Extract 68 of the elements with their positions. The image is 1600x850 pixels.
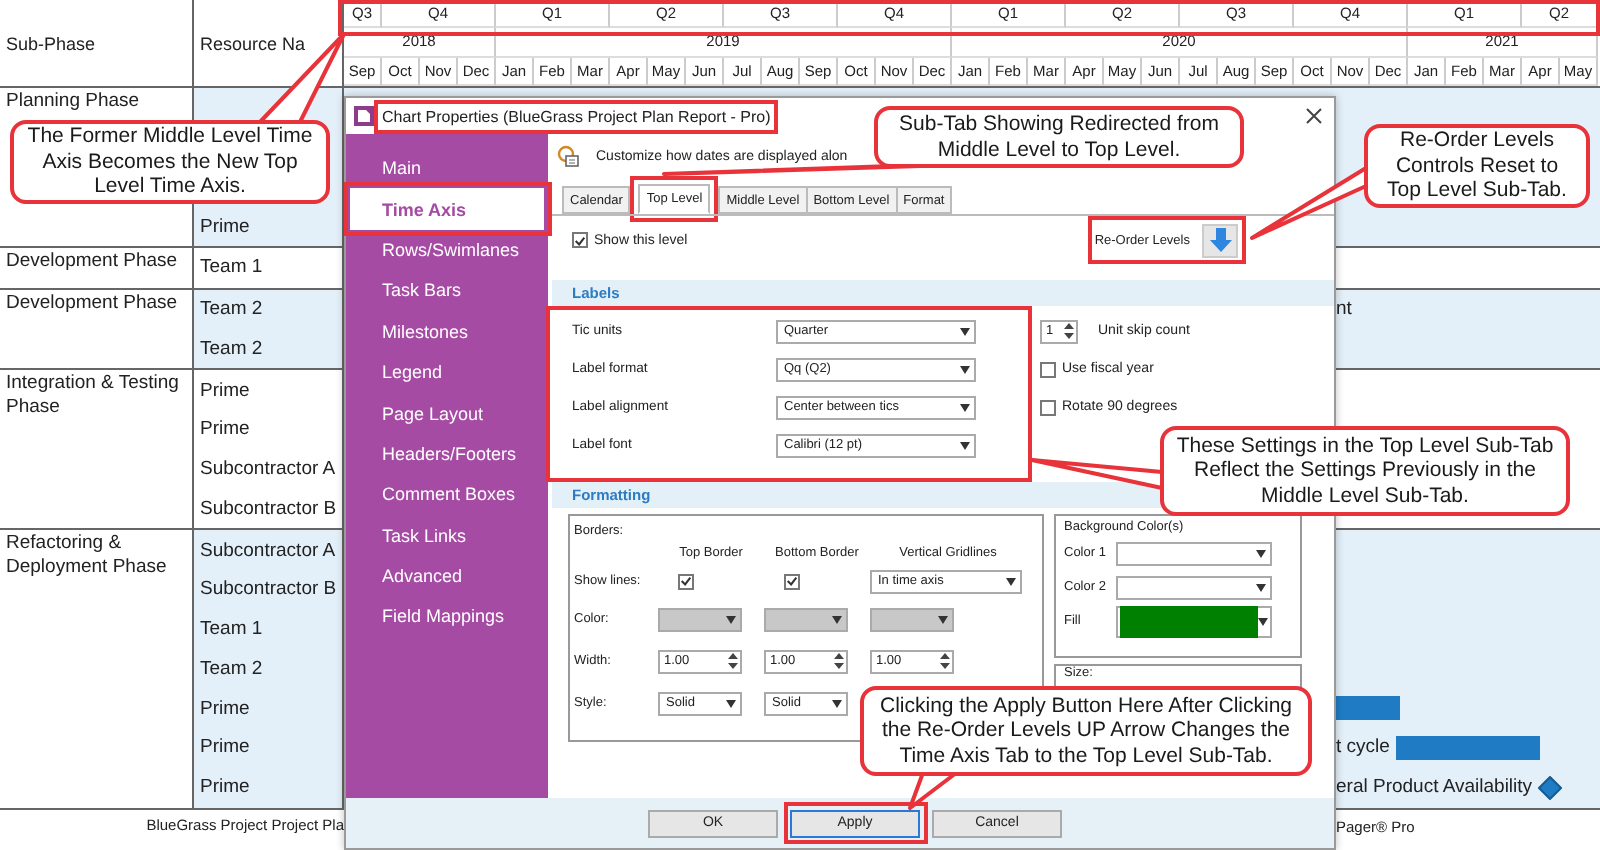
checkbox[interactable] [1040,361,1056,377]
spin-icon [834,652,844,670]
spin-icon [1064,322,1074,340]
spin-icon [940,652,950,670]
resource-cell: Subcontractor B [200,578,337,601]
down-arrow-icon [1209,228,1231,252]
dropdown[interactable] [658,607,742,631]
resource-cell: Team 2 [200,298,263,321]
sidebar-item[interactable]: Comment Boxes [350,474,544,516]
dropdown[interactable] [764,607,848,631]
task-label: t cycle [1336,736,1390,759]
dropdown[interactable] [1116,541,1272,565]
task-label: nt [1336,298,1352,321]
column-header: Sub-Phase [0,0,194,86]
sidebar-item[interactable]: Legend [350,351,544,393]
resource-cell: Subcontractor A [200,539,336,562]
task-bar [1336,696,1400,721]
sub-phase-cell: Development Phase [0,248,194,288]
caret-icon [960,441,970,449]
caret-icon [1256,583,1266,591]
sidebar-item[interactable]: Milestones [350,311,544,352]
highlight-frame [783,802,927,844]
caret-icon [960,403,970,411]
sub-phase-cell: Integration & Testing Phase [0,370,194,529]
spin-icon [728,652,738,670]
milestone-icon [1538,775,1563,800]
caret-icon [1256,549,1266,557]
caret-icon [1258,617,1268,625]
sidebar-item[interactable]: Field Mappings [350,596,544,638]
resource-cell: Prime [200,379,250,402]
sidebar-item[interactable]: Page Layout [350,392,544,434]
callout: These Settings in the Top Level Sub-Tab Reflect the Settings Previously in the Middle Level Sub-Tab. [1160,426,1570,516]
resource-cell: Subcontractor A [200,458,336,481]
caret-icon [832,699,842,707]
caret-icon [726,615,736,623]
dropdown[interactable] [870,607,954,631]
resource-cell: Prime [200,215,250,238]
caret-icon [726,699,736,707]
reorder-button[interactable] [1202,223,1238,257]
callout-pointer [1030,458,1164,490]
resource-cell: Team 1 [200,618,263,641]
caret-icon [1006,577,1016,585]
resource-cell: Team 2 [200,337,263,360]
sidebar-item[interactable]: Main [350,148,544,189]
caret-icon [938,615,948,623]
sidebar-item[interactable]: Task Bars [350,270,544,312]
dropdown[interactable] [1116,575,1272,599]
task-label: eral Product Availability [1336,776,1533,799]
caret-icon [960,365,970,373]
sidebar-item[interactable]: Task Links [350,515,544,556]
checkbox[interactable] [784,573,800,589]
resource-cell: Team 2 [200,657,263,680]
close-icon[interactable] [1306,108,1322,124]
app-icon [354,106,374,126]
sidebar-item[interactable]: Time Axis [350,188,544,230]
checkbox[interactable] [572,232,588,248]
resource-cell: Prime [200,697,250,720]
resource-cell: Prime [200,418,250,441]
caret-icon [832,615,842,623]
checkbox[interactable] [678,573,694,589]
sidebar-item[interactable]: Headers/Footers [350,433,544,475]
resource-cell: Prime [200,736,250,759]
sidebar-item[interactable]: Rows/Swimlanes [350,229,544,271]
checkbox[interactable] [1040,399,1056,415]
resource-cell: Team 1 [200,256,263,279]
resource-cell: Prime [200,776,250,799]
resource-cell: Subcontractor B [200,497,337,520]
sidebar-item[interactable]: Advanced [350,555,544,597]
